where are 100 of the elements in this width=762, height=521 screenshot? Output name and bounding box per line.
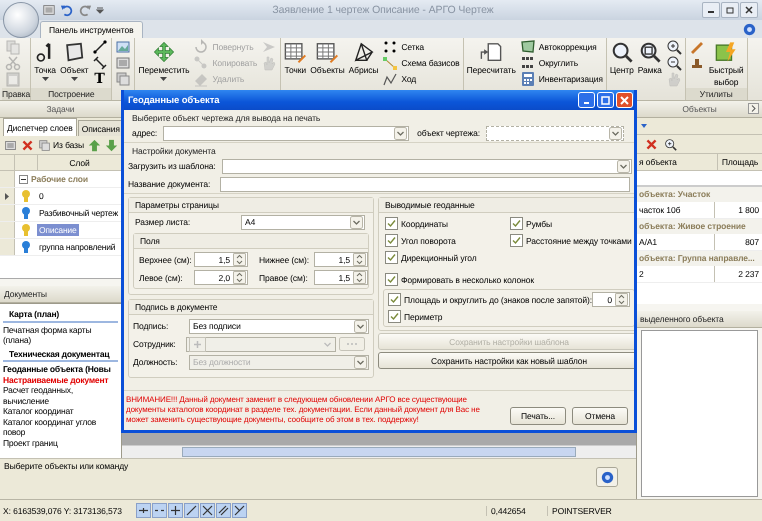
maximize-button[interactable] (597, 92, 614, 108)
document-item[interactable]: Каталог координат (3, 406, 118, 416)
text-field[interactable] (220, 176, 630, 192)
delete-icon[interactable] (645, 138, 658, 150)
table-cell: 807 (714, 234, 762, 250)
ribbon-button[interactable]: Объект (59, 39, 90, 82)
down-arrow-icon[interactable] (104, 138, 118, 152)
ribbon-button[interactable]: Объекты (309, 39, 346, 76)
checkbox[interactable] (385, 251, 398, 264)
zoom-in-icon[interactable] (664, 138, 677, 150)
snap-button[interactable] (200, 503, 215, 518)
snap-button[interactable] (232, 503, 247, 518)
up-arrow-icon[interactable] (88, 138, 101, 152)
image-icon[interactable] (115, 39, 132, 55)
ribbon-button[interactable]: Точка (33, 39, 58, 82)
dropdown-field[interactable]: Без подписи (189, 318, 369, 334)
ribbon-button[interactable]: Автокоррекция (518, 39, 604, 55)
ribbon-button[interactable]: Ход (381, 71, 461, 87)
dropdown-field[interactable] (222, 158, 632, 174)
snap-button[interactable] (184, 503, 199, 518)
layers-icon[interactable] (115, 71, 132, 87)
spin-field[interactable]: 2,0 (194, 270, 248, 285)
snap-button[interactable] (136, 503, 151, 518)
checkbox[interactable] (385, 217, 398, 230)
group-header[interactable]: объекта: Группа направле... (637, 251, 762, 266)
document-item[interactable]: Каталог координат углов повор (3, 416, 118, 438)
checkbox[interactable] (388, 293, 401, 306)
field-label: Подпись: (133, 321, 170, 331)
dropdown-field[interactable] (163, 126, 410, 140)
dropdown-field[interactable] (486, 126, 624, 140)
scrollbar[interactable] (122, 445, 636, 458)
layer-name[interactable]: Разбивочный чертеж (37, 207, 120, 219)
column-header[interactable]: Площадь (717, 154, 762, 170)
help-button[interactable] (596, 467, 618, 488)
snap-icon (234, 505, 245, 516)
ribbon-button[interactable]: Центр (608, 39, 635, 76)
column-header[interactable]: я объекта (637, 154, 717, 170)
document-item[interactable]: Проект границ (3, 438, 118, 448)
panel-tab[interactable]: Диспетчер слоев (3, 118, 77, 136)
snap-button[interactable] (152, 503, 167, 518)
spin-arrows-icon (615, 293, 628, 306)
checkbox[interactable] (385, 234, 398, 247)
checkbox[interactable] (388, 310, 401, 323)
ribbon-button[interactable]: Абрисы (348, 39, 380, 76)
ribbon-tab[interactable]: Панель инструментов (40, 21, 143, 38)
ribbon-button[interactable]: Схема базисов (381, 55, 461, 71)
line-icon[interactable] (92, 39, 108, 55)
undo-icon[interactable] (60, 3, 74, 17)
chevron-icon[interactable] (748, 103, 759, 114)
document-item[interactable]: Печатная форма карты (плана) (3, 324, 118, 346)
ribbon-button[interactable]: Рамка (636, 39, 663, 76)
group-label: Утилиты (686, 88, 747, 100)
layer-name[interactable]: группа напровлений (37, 241, 118, 253)
wireframe-icon (352, 41, 374, 63)
group-header[interactable]: объекта: Живое строение (637, 219, 762, 234)
spin-field[interactable]: 1,5 (314, 270, 368, 285)
ribbon-button[interactable]: Округлить (518, 55, 604, 71)
bulb-icon[interactable] (22, 207, 30, 219)
ribbon-button[interactable]: Пересчитать (466, 39, 517, 76)
layer-group[interactable]: Рабочие слои (15, 171, 88, 187)
table-pencil-icon (316, 41, 338, 63)
redo-icon[interactable] (78, 3, 92, 17)
ribbon-button[interactable]: Инвентаризация (518, 71, 604, 87)
checkbox[interactable] (510, 234, 523, 247)
document-item[interactable]: Геоданные объекта (Новы (3, 364, 118, 374)
caret-icon[interactable] (641, 124, 647, 128)
checkbox[interactable] (385, 273, 398, 286)
group-header[interactable]: объекта: Участок (637, 187, 762, 202)
zoom-in-icon[interactable] (666, 39, 682, 55)
document-item[interactable]: Настраиваемые документ (3, 374, 118, 385)
restore-button[interactable] (721, 2, 739, 18)
bulb-icon[interactable] (22, 241, 30, 253)
text-tool-button[interactable]: T (91, 71, 108, 87)
frame-icon[interactable] (115, 55, 132, 71)
dialog-button[interactable]: Печать... (510, 407, 566, 425)
dropdown-field[interactable]: A4 (241, 214, 365, 230)
dropdown-arrow-icon[interactable] (96, 6, 104, 14)
spin-field[interactable]: 1,5 (314, 252, 368, 267)
group-heading: Параметры страницы (129, 198, 373, 213)
save-template-button[interactable]: Сохранить настройки как новый шаблон (378, 352, 634, 369)
ruler-icon[interactable] (92, 55, 108, 71)
ribbon-button[interactable]: Сетка (381, 39, 461, 55)
minimize-button[interactable] (702, 2, 720, 18)
dialog-button[interactable]: Отмена (572, 407, 628, 425)
ribbon-button[interactable]: Быстрый выбор (708, 39, 745, 88)
checkbox[interactable] (510, 217, 523, 230)
layer-name[interactable]: 0 (37, 190, 46, 202)
snap-button[interactable] (216, 503, 231, 518)
delete-icon[interactable] (21, 138, 34, 152)
zoom-out-icon[interactable] (666, 55, 682, 71)
ribbon-button[interactable]: Точки (283, 39, 308, 76)
panel-tab[interactable]: Описания (78, 120, 124, 136)
help-icon[interactable] (743, 22, 756, 36)
ribbon-button[interactable]: Переместить (137, 39, 190, 82)
spin-field[interactable]: 0 (592, 292, 630, 307)
close-button[interactable] (740, 2, 758, 18)
spin-field[interactable]: 1,5 (194, 252, 248, 267)
snap-button[interactable] (168, 503, 183, 518)
document-item[interactable]: Расчет геоданных, вычисление (3, 385, 118, 406)
expander-icon[interactable] (19, 174, 28, 184)
